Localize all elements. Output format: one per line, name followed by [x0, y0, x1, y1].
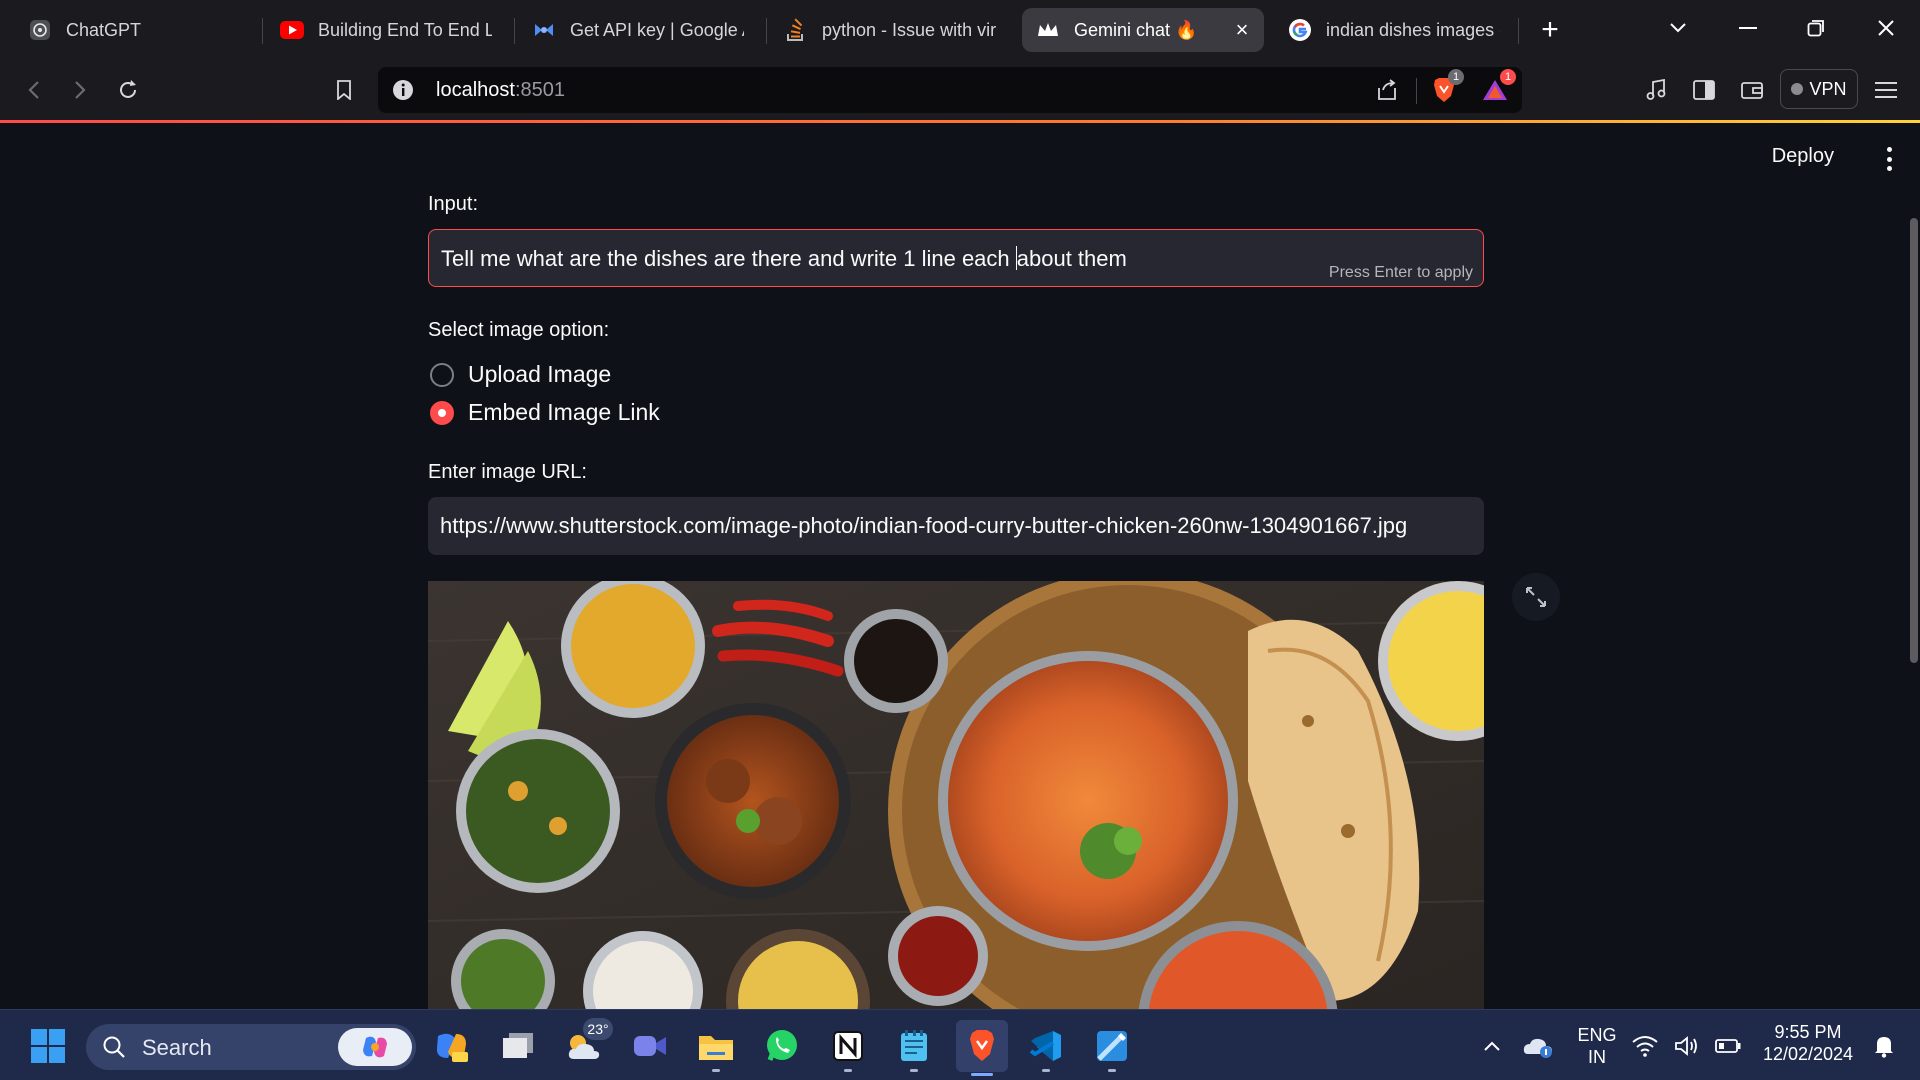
- stackoverflow-icon: [784, 18, 808, 42]
- scrollbar[interactable]: [1910, 218, 1918, 663]
- notepad-icon[interactable]: [892, 1024, 936, 1072]
- media-music-icon[interactable]: [1638, 72, 1674, 108]
- restore-icon[interactable]: [1796, 8, 1836, 48]
- tab-stackoverflow[interactable]: python - Issue with virt: [770, 8, 1010, 52]
- search-label: Search: [142, 1035, 212, 1060]
- main-menu-icon[interactable]: [1884, 147, 1894, 171]
- tab-label: python - Issue with virt: [822, 19, 996, 40]
- windows-taskbar: Search 23° ENG IN 9:55 PM 12/02/2024: [0, 1009, 1920, 1080]
- tab-chatgpt[interactable]: ChatGPT: [14, 8, 254, 52]
- input-label: Input:: [428, 193, 479, 215]
- tab-search-chevron-icon[interactable]: [1658, 8, 1698, 48]
- chatgpt-icon: [28, 18, 52, 42]
- hamburger-menu-icon[interactable]: [1868, 72, 1904, 108]
- tab-gemini-chat[interactable]: Gemini chat 🔥 ×: [1022, 8, 1264, 52]
- tab-label: Gemini chat 🔥: [1074, 19, 1198, 40]
- youtube-icon: [280, 18, 304, 42]
- tab-label: Get API key | Google AI: [570, 19, 744, 40]
- vpn-label: VPN: [1809, 78, 1847, 99]
- brave-browser-icon[interactable]: [956, 1020, 1008, 1076]
- sidebar-toggle-icon[interactable]: [1686, 72, 1722, 108]
- show-hidden-icons-chevron-icon[interactable]: [1470, 1024, 1514, 1068]
- image-url-value: https://www.shutterstock.com/image-photo…: [440, 513, 1408, 538]
- volume-icon[interactable]: [1672, 1024, 1702, 1068]
- file-explorer-icon[interactable]: [694, 1024, 738, 1072]
- url-text: localhost:8501: [436, 79, 565, 101]
- tab-label: Building End To End LLM: [318, 19, 492, 40]
- radio-label: Upload Image: [468, 361, 612, 387]
- press-enter-hint: Press Enter to apply: [1328, 264, 1473, 281]
- vpn-button[interactable]: VPN: [1780, 69, 1858, 109]
- google-ai-studio-icon: [532, 18, 556, 42]
- image-url-input[interactable]: https://www.shutterstock.com/image-photo…: [428, 497, 1484, 555]
- radio-embed-image-link[interactable]: Embed Image Link: [430, 399, 660, 426]
- forward-arrow-icon[interactable]: [62, 72, 98, 108]
- notion-icon[interactable]: [826, 1024, 870, 1072]
- site-info-icon[interactable]: [392, 79, 414, 106]
- prompt-input-value: Tell me what are the dishes are there an…: [441, 246, 1127, 271]
- radio-label: Embed Image Link: [468, 399, 660, 425]
- radio-unchecked-icon[interactable]: [430, 362, 454, 387]
- radio-upload-image[interactable]: Upload Image: [430, 361, 611, 388]
- minimize-icon[interactable]: [1728, 8, 1768, 48]
- close-window-icon[interactable]: [1866, 8, 1906, 48]
- close-tab-icon[interactable]: ×: [1230, 18, 1254, 42]
- address-bar[interactable]: localhost:8501 1 1: [378, 67, 1522, 113]
- meet-app-icon[interactable]: [628, 1024, 672, 1068]
- clock[interactable]: 9:55 PM 12/02/2024: [1752, 1021, 1864, 1065]
- notification-bell-icon[interactable]: [1868, 1024, 1900, 1068]
- rewards-badge: 1: [1500, 69, 1516, 85]
- google-icon: [1288, 18, 1312, 42]
- bookmark-icon[interactable]: [326, 72, 362, 108]
- brave-shields-badge: 1: [1448, 69, 1464, 85]
- radio-checked-icon[interactable]: [430, 400, 454, 425]
- weather-temperature: 23°: [583, 1018, 613, 1040]
- battery-icon[interactable]: [1712, 1024, 1744, 1068]
- new-tab-button[interactable]: +: [1530, 12, 1570, 48]
- tab-youtube[interactable]: Building End To End LLM: [266, 8, 506, 52]
- browser-tab-strip: ChatGPT Building End To End LLM Get API …: [0, 0, 1920, 60]
- tab-label: ChatGPT: [66, 19, 142, 40]
- browser-toolbar: localhost:8501 1 1 VPN: [0, 60, 1920, 120]
- copilot-icon[interactable]: [338, 1028, 412, 1066]
- back-arrow-icon[interactable]: [16, 72, 52, 108]
- photos-app-icon[interactable]: [1090, 1024, 1134, 1072]
- search-icon: [102, 1035, 126, 1064]
- streamlit-crown-icon: [1036, 18, 1060, 42]
- image-url-label: Enter image URL:: [428, 461, 587, 483]
- share-icon[interactable]: [1375, 78, 1399, 107]
- deploy-button[interactable]: Deploy: [1772, 145, 1834, 168]
- prompt-input[interactable]: Tell me what are the dishes are there an…: [428, 229, 1484, 287]
- wallet-icon[interactable]: [1734, 72, 1770, 108]
- file-stack-app-icon[interactable]: [496, 1024, 540, 1068]
- whatsapp-icon[interactable]: [760, 1024, 804, 1068]
- vscode-icon[interactable]: [1024, 1024, 1068, 1072]
- reload-icon[interactable]: [110, 72, 146, 108]
- food-image: [428, 581, 1484, 1009]
- streamlit-app: Deploy Input: Tell me what are the dishe…: [0, 123, 1920, 1009]
- windows-start-icon[interactable]: [26, 1024, 70, 1068]
- image-option-label: Select image option:: [428, 319, 610, 341]
- vpn-status-icon: [1791, 83, 1804, 95]
- copilot-preview-app-icon[interactable]: [430, 1024, 474, 1068]
- onedrive-icon[interactable]: [1516, 1024, 1560, 1068]
- fullscreen-expand-button[interactable]: [1512, 573, 1560, 621]
- expand-icon: [1526, 587, 1546, 607]
- language-indicator[interactable]: ENG IN: [1568, 1024, 1626, 1068]
- tab-label: indian dishes images -: [1326, 19, 1500, 40]
- wifi-icon[interactable]: [1630, 1024, 1660, 1068]
- taskbar-search[interactable]: Search: [86, 1024, 416, 1070]
- tab-google-ai-studio[interactable]: Get API key | Google AI: [518, 8, 758, 52]
- tab-google-search[interactable]: indian dishes images -: [1274, 8, 1514, 52]
